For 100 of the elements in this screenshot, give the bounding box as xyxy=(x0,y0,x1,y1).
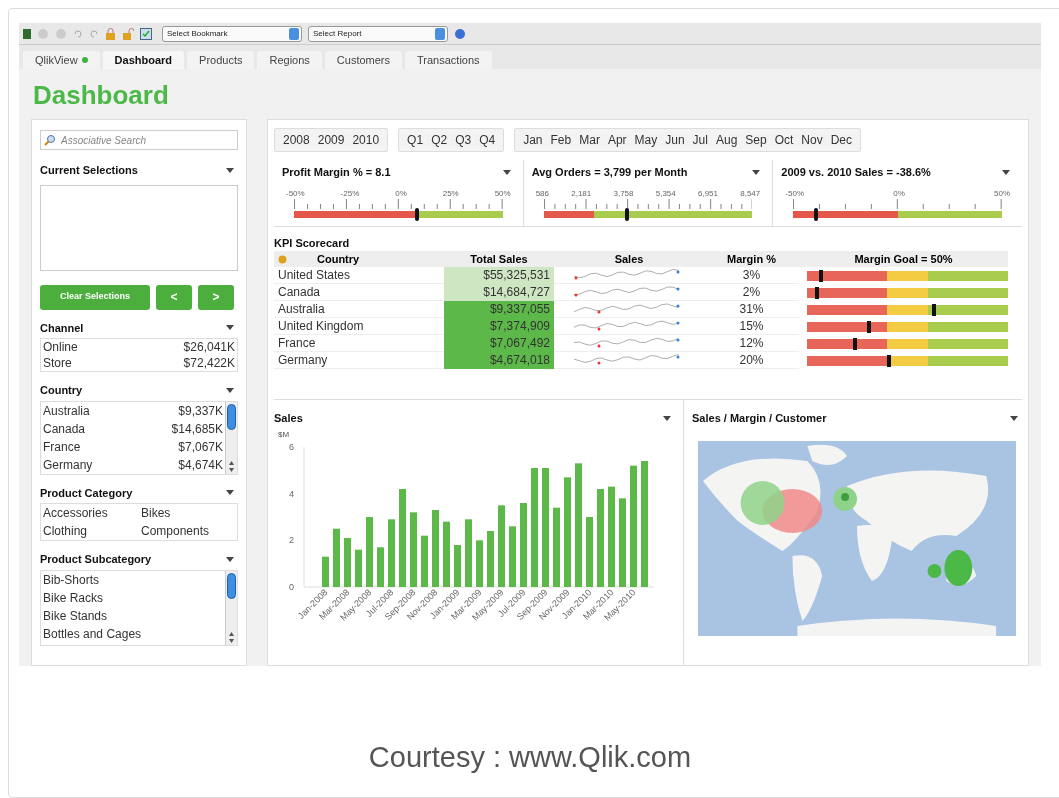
sales-bar[interactable] xyxy=(344,537,351,587)
time-filter-item[interactable]: Jan xyxy=(519,129,547,151)
sheet-tab[interactable]: Dashboard xyxy=(102,51,185,69)
list-item[interactable]: Australia $9,337K xyxy=(41,401,225,420)
dropdown-caret-icon[interactable] xyxy=(226,556,234,562)
time-filter-item[interactable]: Q1 xyxy=(403,129,428,151)
sales-bar[interactable] xyxy=(432,509,439,587)
time-filter-item[interactable]: Jul xyxy=(688,129,712,151)
dropdown-caret-icon[interactable] xyxy=(226,387,234,393)
sales-bar[interactable] xyxy=(619,497,626,587)
sales-bar[interactable] xyxy=(608,486,615,587)
sales-bar[interactable] xyxy=(641,460,648,587)
time-filter-item[interactable]: Feb xyxy=(546,129,576,151)
time-filter-item[interactable]: Aug xyxy=(711,129,742,151)
dropdown-caret-icon[interactable] xyxy=(1002,169,1010,175)
scroll-down-icon[interactable] xyxy=(229,467,234,472)
redo-icon[interactable] xyxy=(89,28,99,39)
time-filter-item[interactable]: Q2 xyxy=(427,129,452,151)
time-filter-item[interactable]: Sep xyxy=(741,129,771,151)
scrollbar[interactable] xyxy=(225,401,237,474)
bookmark-select[interactable]: Select Bookmark xyxy=(162,25,302,42)
sales-bar[interactable] xyxy=(366,516,373,587)
table-cell: $7,374,909 xyxy=(444,318,554,335)
time-filter-item[interactable]: Mar xyxy=(575,129,604,151)
sheet-tab[interactable]: Products xyxy=(187,51,255,69)
list-item[interactable]: Online $26,041K xyxy=(41,339,237,355)
search-field[interactable]: Associative Search xyxy=(40,130,238,150)
dropdown-caret-icon[interactable] xyxy=(226,167,234,173)
list-item[interactable]: Accessories xyxy=(41,504,139,522)
scroll-up-icon[interactable] xyxy=(229,460,234,465)
sales-bar[interactable] xyxy=(399,488,406,587)
list-item[interactable]: France $7,067K xyxy=(41,437,225,456)
table-cell: $7,067,492 xyxy=(444,335,554,352)
sales-bar[interactable] xyxy=(542,467,549,587)
circle-icon[interactable] xyxy=(37,27,49,40)
report-select[interactable]: Select Report xyxy=(308,25,448,42)
list-item[interactable]: Components xyxy=(139,522,237,540)
sales-bar[interactable] xyxy=(487,530,494,587)
time-filter-item[interactable]: 2009 xyxy=(313,129,349,151)
sales-bar[interactable] xyxy=(377,546,384,587)
unlock-icon[interactable] xyxy=(122,27,134,40)
sales-bar[interactable] xyxy=(388,518,395,587)
scrollbar[interactable] xyxy=(225,570,237,645)
list-item[interactable]: Bikes xyxy=(139,504,237,522)
dropdown-caret-icon[interactable] xyxy=(752,169,761,175)
sales-bar[interactable] xyxy=(421,535,428,587)
sales-bar[interactable] xyxy=(586,516,593,587)
dropdown-caret-icon[interactable] xyxy=(226,490,234,496)
list-item[interactable]: Germany $4,674K xyxy=(41,455,225,474)
sales-bar[interactable] xyxy=(520,502,527,587)
sales-bar[interactable] xyxy=(322,556,329,587)
sales-bar[interactable] xyxy=(509,525,516,587)
sales-bar[interactable] xyxy=(498,504,505,587)
sales-bar[interactable] xyxy=(597,488,604,587)
undo-icon[interactable] xyxy=(73,28,83,39)
sales-bar[interactable] xyxy=(531,467,538,587)
time-filter-item[interactable]: Nov xyxy=(797,129,827,151)
list-item[interactable]: Clothing xyxy=(41,522,139,540)
sales-bar[interactable] xyxy=(410,511,417,587)
sheet-tab[interactable]: QlikView xyxy=(23,51,100,69)
dropdown-caret-icon[interactable] xyxy=(226,325,234,331)
time-filter-item[interactable]: Dec xyxy=(826,129,857,151)
list-item[interactable]: Canada $14,685K xyxy=(41,419,225,438)
sales-bar[interactable] xyxy=(355,549,362,587)
list-item[interactable]: Bottles and Cages xyxy=(41,624,225,643)
time-filter-item[interactable]: Q3 xyxy=(451,129,476,151)
sheet-tab[interactable]: Customers xyxy=(324,51,403,69)
scroll-up-icon[interactable] xyxy=(229,631,234,636)
checklist-icon[interactable] xyxy=(140,27,152,40)
sales-bar[interactable] xyxy=(553,507,560,587)
dropdown-caret-icon[interactable] xyxy=(1010,415,1018,421)
dropdown-caret-icon[interactable] xyxy=(663,415,671,421)
scrollbar-thumb[interactable] xyxy=(227,403,236,430)
time-filter-item[interactable]: 2010 xyxy=(348,129,384,151)
list-item[interactable]: Bike Stands xyxy=(41,606,225,625)
list-item[interactable]: Store $72,422K xyxy=(41,355,237,371)
sales-bar[interactable] xyxy=(443,521,450,587)
time-filter-item[interactable]: Oct xyxy=(770,129,798,151)
time-filter-item[interactable]: Jun xyxy=(661,129,689,151)
time-filter-item[interactable]: 2008 xyxy=(279,129,314,151)
sales-bar[interactable] xyxy=(575,462,582,587)
sales-bar[interactable] xyxy=(465,518,472,587)
sales-bar[interactable] xyxy=(333,528,340,587)
sales-bar[interactable] xyxy=(630,465,637,587)
sheet-tab[interactable]: Regions xyxy=(257,51,322,69)
list-item[interactable]: Bike Racks xyxy=(41,588,225,607)
sales-bar[interactable] xyxy=(564,476,571,587)
circle-icon[interactable] xyxy=(55,27,67,40)
sales-bar[interactable] xyxy=(454,544,461,587)
scrollbar-thumb[interactable] xyxy=(227,572,236,599)
lock-icon[interactable] xyxy=(105,27,116,40)
time-filter-item[interactable]: Q4 xyxy=(475,129,500,151)
scroll-down-icon[interactable] xyxy=(229,638,234,643)
time-filter-item[interactable]: May xyxy=(630,129,662,151)
time-filter-item[interactable]: Apr xyxy=(603,129,631,151)
list-item[interactable]: Bib-Shorts xyxy=(41,570,225,589)
sheet-tab[interactable]: Transactions xyxy=(405,51,492,69)
dropdown-caret-icon[interactable] xyxy=(502,169,511,175)
table-cell: United Kingdom xyxy=(274,318,444,335)
sales-bar[interactable] xyxy=(476,539,483,587)
